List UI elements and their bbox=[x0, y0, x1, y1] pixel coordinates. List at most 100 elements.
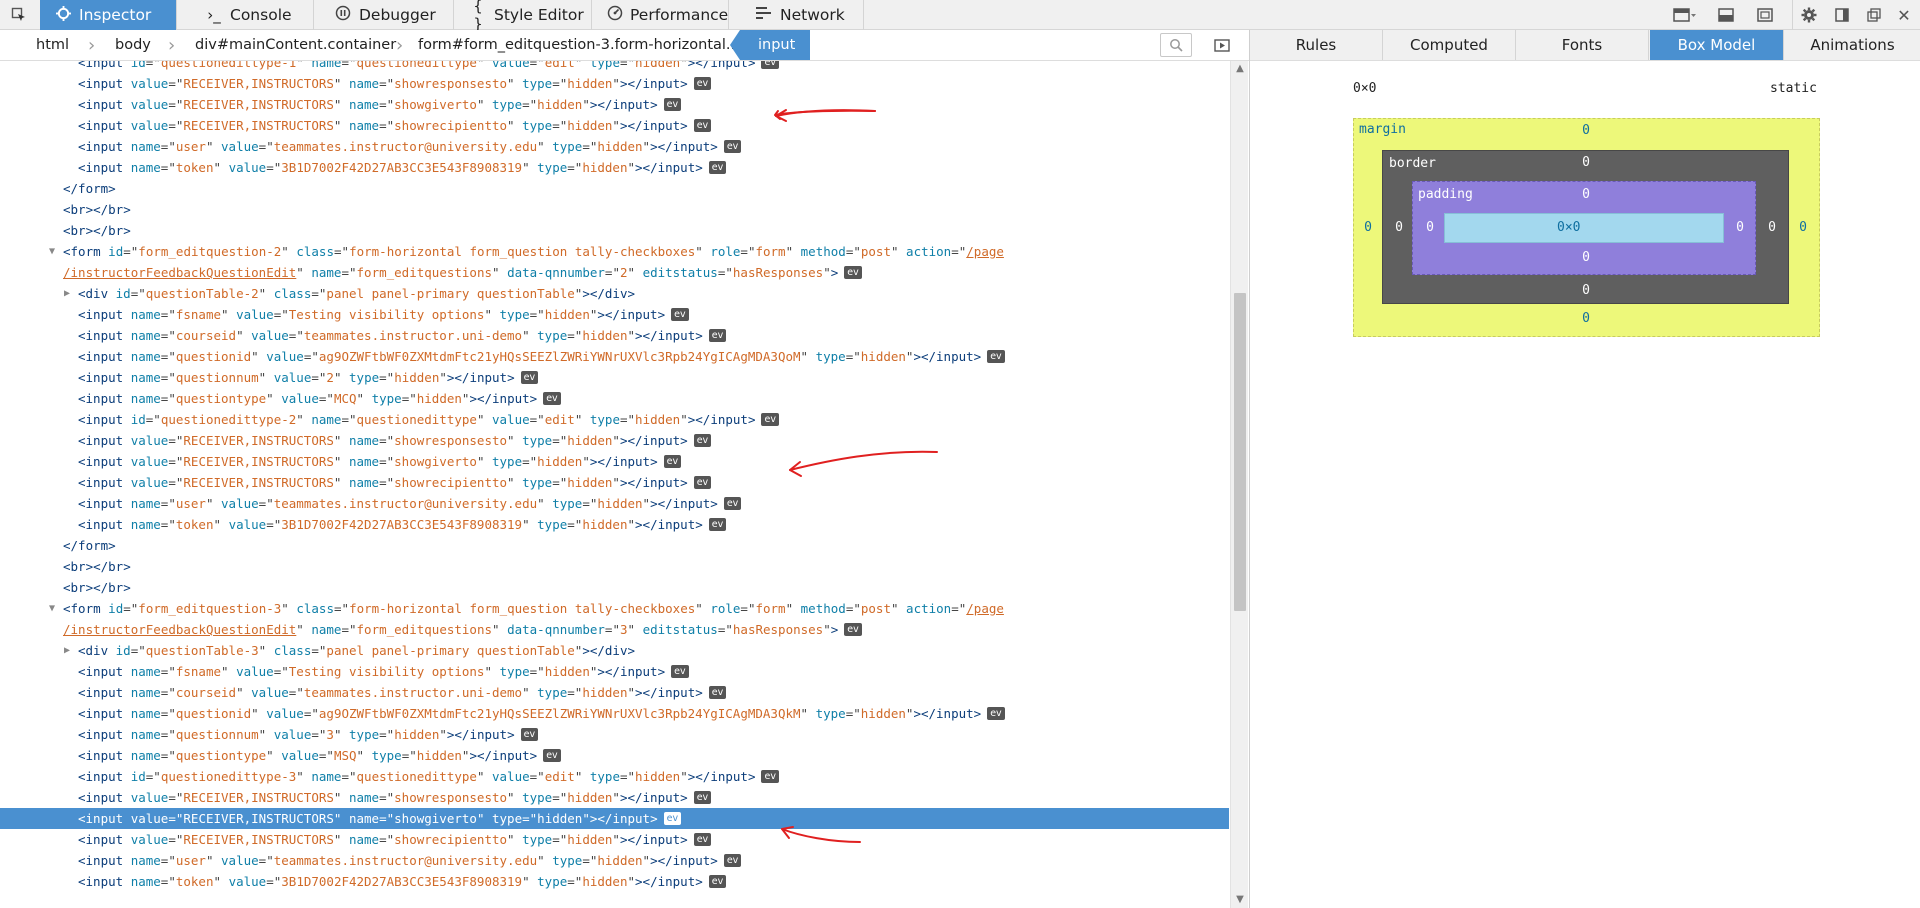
scroll-down-icon[interactable]: ▼ bbox=[1231, 892, 1249, 908]
event-badge[interactable]: ev bbox=[671, 308, 689, 321]
markup-node[interactable]: <input name="questionnum" value="2" type… bbox=[0, 367, 1229, 388]
border-top-value[interactable]: 0 bbox=[1574, 155, 1598, 170]
tab-computed[interactable]: Computed bbox=[1383, 30, 1516, 60]
event-badge[interactable]: ev bbox=[761, 770, 779, 783]
content-box[interactable] bbox=[1444, 213, 1724, 243]
margin-right-value[interactable]: 0 bbox=[1791, 220, 1815, 235]
markup-node[interactable]: <br></br> bbox=[0, 199, 1229, 220]
padding-top-value[interactable]: 0 bbox=[1574, 187, 1598, 202]
markup-node-selected[interactable]: <input value="RECEIVER,INSTRUCTORS" name… bbox=[0, 808, 1229, 829]
settings-icon[interactable] bbox=[1792, 0, 1824, 30]
event-badge[interactable]: ev bbox=[543, 749, 561, 762]
dock-bottom-icon[interactable] bbox=[1710, 0, 1742, 30]
markup-node[interactable]: <input name="questionid" value="ag9OZWFt… bbox=[0, 346, 1229, 367]
tab-debugger[interactable]: Debugger bbox=[320, 0, 454, 30]
collapse-node-icon[interactable]: ▼ bbox=[46, 241, 58, 262]
event-badge[interactable]: ev bbox=[663, 455, 682, 468]
tab-inspector[interactable]: Inspector bbox=[40, 0, 177, 30]
padding-bottom-value[interactable]: 0 bbox=[1574, 250, 1598, 265]
event-badge[interactable]: ev bbox=[520, 728, 539, 741]
event-badge[interactable]: ev bbox=[693, 791, 712, 804]
markup-node[interactable]: <input id="questionedittype-1" name="que… bbox=[0, 61, 1229, 73]
event-badge[interactable]: ev bbox=[844, 623, 862, 636]
event-badge[interactable]: ev bbox=[708, 329, 727, 342]
markup-node[interactable]: <input name="fsname" value="Testing visi… bbox=[0, 304, 1229, 325]
toggle-split-console-icon[interactable] bbox=[1668, 0, 1702, 30]
markup-node[interactable]: <input id="questionedittype-3" name="que… bbox=[0, 766, 1229, 787]
event-badge[interactable]: ev bbox=[761, 61, 779, 69]
markup-node[interactable]: </form> bbox=[0, 178, 1229, 199]
event-badge[interactable]: ev bbox=[671, 665, 689, 678]
markup-node[interactable]: ▶ <div id="questionTable-3" class="panel … bbox=[0, 640, 1229, 661]
markup-node[interactable]: <input name="courseid" value="teammates.… bbox=[0, 682, 1229, 703]
markup-node[interactable]: <input name="user" value="teammates.inst… bbox=[0, 136, 1229, 157]
breadcrumb-item[interactable]: div#mainContent.container bbox=[195, 30, 396, 60]
markup-node[interactable]: <input name="token" value="3B1D7002F42D2… bbox=[0, 871, 1229, 892]
markup-node[interactable]: /instructorFeedbackQuestionEdit" name="f… bbox=[0, 619, 1229, 640]
event-badge[interactable]: ev bbox=[693, 119, 712, 132]
undock-window-icon[interactable] bbox=[1859, 0, 1889, 30]
markup-node[interactable]: <input name="questionid" value="ag9OZWFt… bbox=[0, 703, 1229, 724]
markup-view[interactable]: <input id="questionedittype-1" name="que… bbox=[0, 61, 1230, 908]
tab-animations[interactable]: Animations bbox=[1785, 30, 1920, 60]
markup-node[interactable]: <input name="user" value="teammates.inst… bbox=[0, 850, 1229, 871]
event-badge[interactable]: ev bbox=[844, 266, 862, 279]
markup-node[interactable]: <br></br> bbox=[0, 220, 1229, 241]
markup-node[interactable]: <input name="questiontype" value="MSQ" t… bbox=[0, 745, 1229, 766]
event-badge[interactable]: ev bbox=[761, 413, 779, 426]
event-badge[interactable]: ev bbox=[708, 875, 727, 888]
markup-scrollbar[interactable]: ▲ ▼ bbox=[1230, 61, 1248, 908]
event-badge[interactable]: ev bbox=[520, 371, 539, 384]
tab-console[interactable]: ›_ Console bbox=[191, 0, 314, 30]
scrollbar-thumb[interactable] bbox=[1234, 293, 1246, 611]
border-left-value[interactable]: 0 bbox=[1387, 220, 1411, 235]
event-badge[interactable]: ev bbox=[723, 140, 742, 153]
event-badge[interactable]: ev bbox=[693, 77, 712, 90]
event-badge[interactable]: ev bbox=[543, 392, 561, 405]
event-badge[interactable]: ev bbox=[663, 98, 682, 111]
content-size[interactable]: 0×0 bbox=[1557, 220, 1580, 235]
markup-node[interactable]: ▼ <form id="form_editquestion-2" class="f… bbox=[0, 241, 1229, 262]
element-picker-icon[interactable] bbox=[0, 0, 38, 30]
markup-node[interactable]: </form> bbox=[0, 535, 1229, 556]
expand-node-icon[interactable]: ▶ bbox=[61, 283, 73, 304]
expand-node-icon[interactable]: ▶ bbox=[61, 640, 73, 661]
markup-node[interactable]: <input name="user" value="teammates.inst… bbox=[0, 493, 1229, 514]
breadcrumb-item-current[interactable]: input bbox=[730, 30, 810, 60]
markup-node[interactable]: <input value="RECEIVER,INSTRUCTORS" name… bbox=[0, 73, 1229, 94]
event-badge[interactable]: ev bbox=[708, 686, 727, 699]
markup-node[interactable]: <input value="RECEIVER,INSTRUCTORS" name… bbox=[0, 94, 1229, 115]
padding-left-value[interactable]: 0 bbox=[1418, 220, 1442, 235]
event-badge[interactable]: ev bbox=[693, 476, 712, 489]
event-badge[interactable]: ev bbox=[723, 497, 742, 510]
markup-node[interactable]: <input value="RECEIVER,INSTRUCTORS" name… bbox=[0, 472, 1229, 493]
event-badge[interactable]: ev bbox=[987, 707, 1005, 720]
margin-top-value[interactable]: 0 bbox=[1574, 123, 1598, 138]
event-badge[interactable]: ev bbox=[708, 518, 727, 531]
dock-side-icon[interactable] bbox=[1827, 0, 1857, 30]
search-icon[interactable] bbox=[1160, 33, 1192, 57]
tab-box-model[interactable]: Box Model bbox=[1650, 30, 1784, 60]
markup-node[interactable]: <input value="RECEIVER,INSTRUCTORS" name… bbox=[0, 451, 1229, 472]
markup-node[interactable]: <br></br> bbox=[0, 556, 1229, 577]
event-badge[interactable]: ev bbox=[693, 434, 712, 447]
event-badge[interactable]: ev bbox=[708, 161, 727, 174]
markup-node[interactable]: <input name="fsname" value="Testing visi… bbox=[0, 661, 1229, 682]
markup-node[interactable]: <input name="token" value="3B1D7002F42D2… bbox=[0, 514, 1229, 535]
border-bottom-value[interactable]: 0 bbox=[1574, 283, 1598, 298]
tab-network[interactable]: Network bbox=[741, 0, 864, 30]
markup-node[interactable]: /instructorFeedbackQuestionEdit" name="f… bbox=[0, 262, 1229, 283]
markup-node[interactable]: <input name="questionnum" value="3" type… bbox=[0, 724, 1229, 745]
event-badge[interactable]: ev bbox=[987, 350, 1005, 363]
markup-node[interactable]: <input value="RECEIVER,INSTRUCTORS" name… bbox=[0, 115, 1229, 136]
event-badge[interactable]: ev bbox=[663, 812, 682, 825]
toggle-sidebar-icon[interactable] bbox=[1212, 36, 1232, 54]
responsive-design-icon[interactable] bbox=[1749, 0, 1781, 30]
breadcrumb-item[interactable]: form#form_editquestion-3.form-horizontal… bbox=[418, 30, 740, 60]
tab-rules[interactable]: Rules bbox=[1250, 30, 1383, 60]
tab-performance[interactable]: Performance bbox=[593, 0, 729, 30]
markup-node[interactable]: <input value="RECEIVER,INSTRUCTORS" name… bbox=[0, 829, 1229, 850]
markup-node[interactable]: <input name="questiontype" value="MCQ" t… bbox=[0, 388, 1229, 409]
markup-node[interactable]: ▼ <form id="form_editquestion-3" class="f… bbox=[0, 598, 1229, 619]
markup-node[interactable]: ▶ <div id="questionTable-2" class="panel … bbox=[0, 283, 1229, 304]
